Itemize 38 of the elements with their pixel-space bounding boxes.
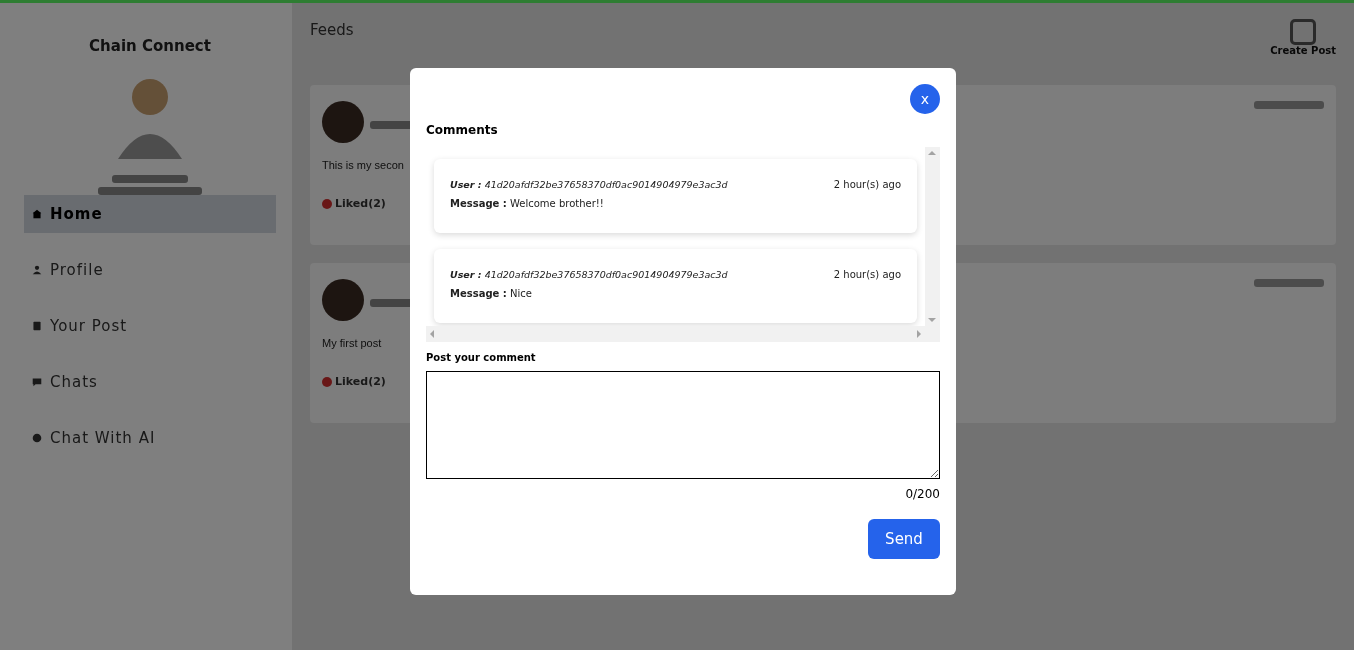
comment-message: Message : Welcome brother!! — [450, 198, 605, 209]
like-button[interactable]: Liked(2) — [322, 375, 386, 388]
comment-time: 2 hour(s) ago — [833, 179, 901, 190]
nav-label: Chats — [50, 373, 98, 391]
nav-item[interactable]: Chats — [24, 363, 276, 401]
character-counter: 0/200 — [904, 487, 940, 501]
comment-time: 2 hour(s) ago — [833, 269, 901, 280]
chat-icon — [32, 377, 42, 387]
nav-label: Your Post — [50, 317, 128, 335]
like-button[interactable]: Liked(2) — [322, 197, 386, 210]
close-button[interactable]: x — [910, 84, 940, 114]
nav-item[interactable]: Profile — [24, 251, 276, 289]
page-title: Feeds — [310, 21, 354, 39]
create-post-button[interactable]: Create Post — [1270, 19, 1336, 56]
nav-label: Profile — [50, 261, 104, 279]
app-title: Chain Connect — [89, 37, 211, 55]
comment-user: User : 41d20afdf32be37658370df0ac9014904979e3ac3d — [450, 269, 728, 280]
comment-message: Message : Nice — [450, 288, 533, 299]
send-button[interactable]: Send — [868, 519, 940, 559]
circle-icon — [32, 433, 42, 443]
nav-item[interactable]: Your Post — [24, 307, 276, 345]
post-text: This is my secon — [322, 159, 405, 171]
author-avatar — [322, 101, 364, 143]
comment-field[interactable] — [426, 371, 940, 479]
user-icon — [32, 265, 42, 275]
blurred-text — [1254, 279, 1324, 287]
nav-item[interactable]: Home — [24, 195, 276, 233]
blurred-text — [1254, 101, 1324, 109]
document-icon — [32, 321, 42, 331]
nav-label: Chat With AI — [50, 429, 156, 447]
post-text: My first post — [322, 337, 383, 349]
modal-title: Comments — [426, 123, 499, 137]
field-label: Post your comment — [426, 352, 537, 363]
comment-user: User : 41d20afdf32be37658370df0ac9014904979e3ac3d — [450, 179, 728, 190]
nav-label: Home — [50, 205, 103, 223]
home-icon — [32, 209, 42, 219]
nav-item[interactable]: Chat With AI — [24, 419, 276, 457]
author-avatar — [322, 279, 364, 321]
